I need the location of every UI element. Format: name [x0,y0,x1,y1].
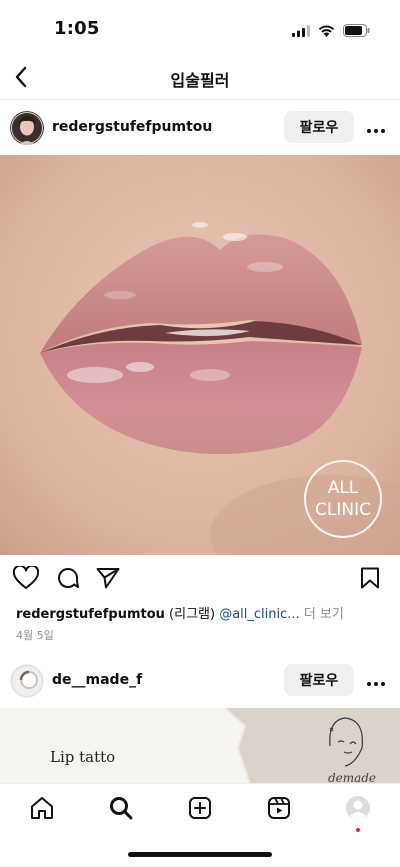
avatar[interactable] [10,111,44,145]
tab-search[interactable] [107,796,135,824]
next-post-follow-button[interactable]: 팔로우 [284,664,354,696]
status-time: 1:05 [54,18,100,39]
notification-dot [356,828,360,832]
more-icon [367,118,385,137]
search-icon [109,796,133,824]
nav-bar: 입술필러 [0,58,400,100]
post-caption[interactable]: redergstufefpumtou (리그램) @all_clinic... … [16,603,386,622]
share-button[interactable] [94,566,122,594]
post-header: redergstufefpumtou 팔로우 [0,101,400,155]
status-icons [292,22,370,41]
caption-username[interactable]: redergstufefpumtou [16,607,165,622]
comment-button[interactable] [54,566,82,594]
next-post-image[interactable]: demade Lip tatto [0,708,400,784]
comment-icon [56,566,80,594]
page-title: 입술필러 [170,71,230,90]
caption-text: (리그램) [164,607,220,622]
watermark-line2: CLINIC [315,500,371,520]
caption-mention[interactable]: @all_clinic... [219,607,299,622]
bookmark-button[interactable] [356,566,384,594]
post-date: 4월 5일 [16,629,54,642]
tab-create[interactable] [186,796,214,824]
bottom-tab-bar [0,783,400,867]
next-post-more-button[interactable] [362,666,390,694]
cellular-signal-icon [292,22,310,41]
post-username[interactable]: redergstufefpumtou [52,119,212,135]
share-icon [96,567,120,593]
more-options-button[interactable] [362,113,390,141]
create-icon [188,796,212,824]
follow-button[interactable]: 팔로우 [284,111,354,143]
bookmark-icon [360,567,380,593]
profile-icon [345,795,371,825]
tab-home[interactable] [28,796,56,824]
tab-profile[interactable] [344,796,372,824]
post-actions [0,562,400,598]
like-button[interactable] [12,564,40,594]
home-indicator [128,852,272,857]
next-post-preview-text: Lip tatto [50,748,116,766]
watermark-line1: ALL [328,478,359,498]
caption-more-link[interactable]: 더 보기 [300,607,344,622]
reels-icon [267,796,291,824]
more-icon [367,671,385,690]
wifi-icon [318,22,335,41]
battery-icon [343,22,370,41]
post-image[interactable]: ALL CLINIC [0,155,400,555]
next-post-username[interactable]: de__made_f [52,672,142,688]
home-icon [30,796,54,824]
next-post-header: de__made_f 팔로우 [0,654,400,708]
tab-reels[interactable] [265,796,293,824]
status-bar: 1:05 [0,0,400,58]
next-post-avatar[interactable] [10,664,44,698]
heart-icon [12,564,40,594]
